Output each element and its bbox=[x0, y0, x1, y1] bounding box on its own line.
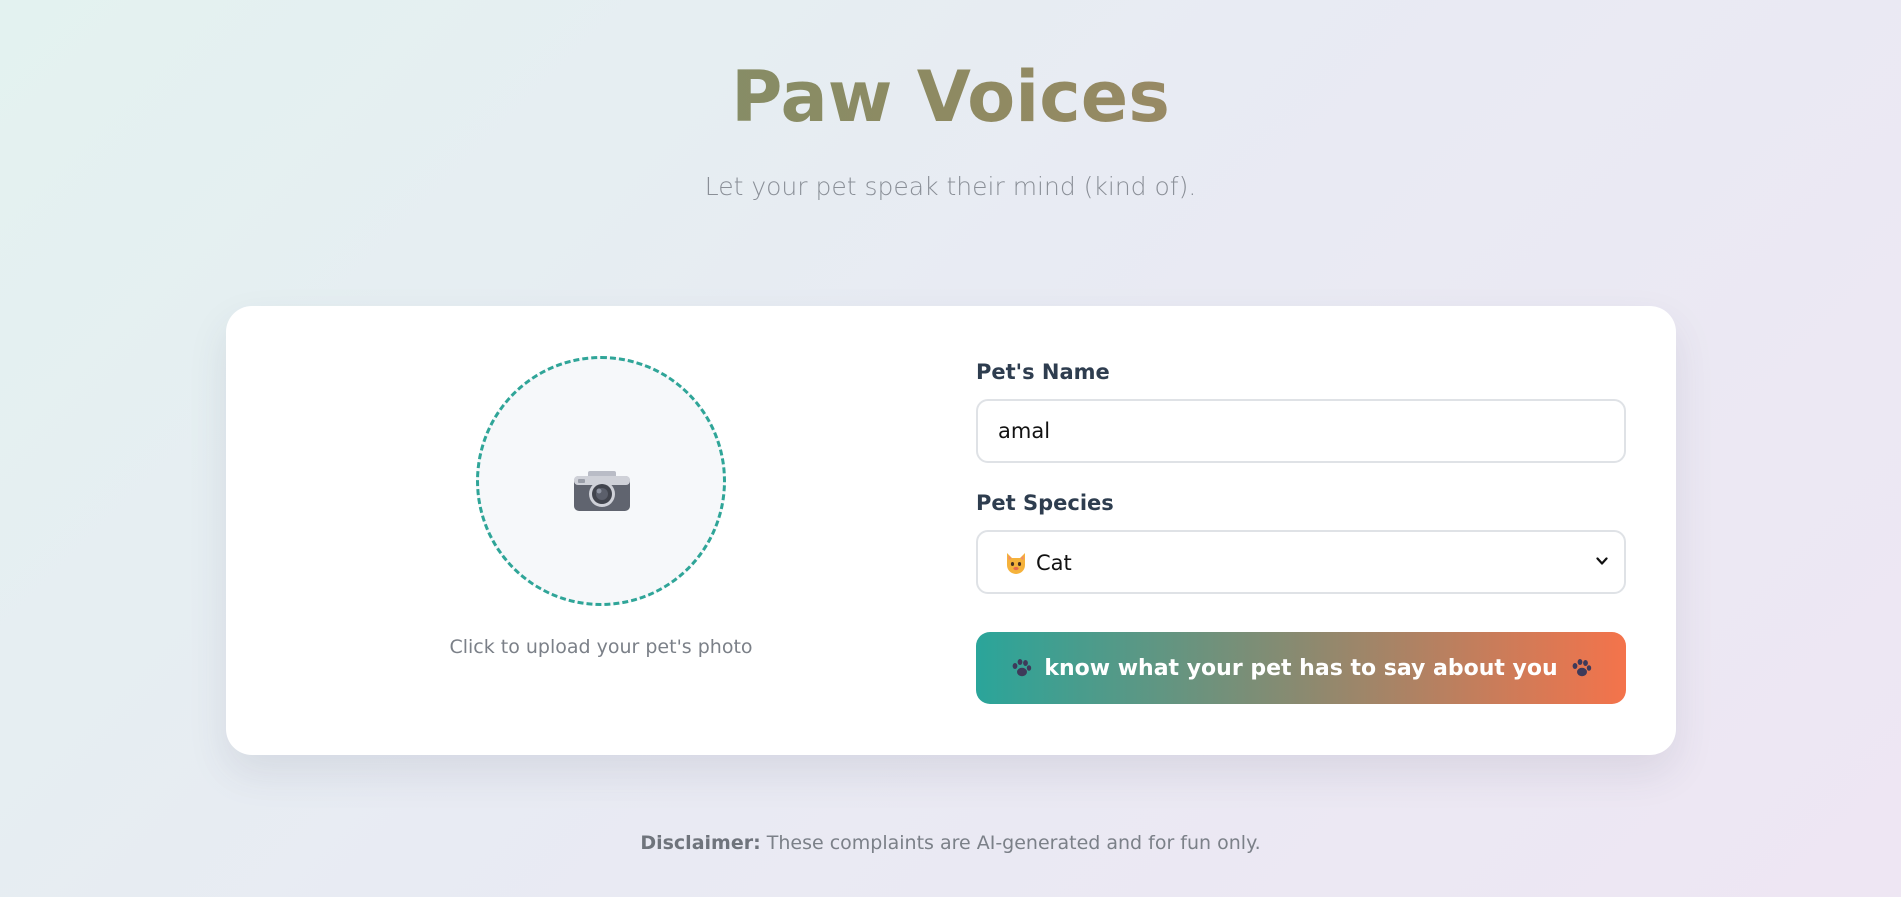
page-subtitle: Let your pet speak their mind (kind of). bbox=[704, 172, 1197, 201]
disclaimer-label: Disclaimer: bbox=[640, 832, 761, 854]
cat-face-icon bbox=[1007, 553, 1025, 574]
pet-name-label: Pet's Name bbox=[976, 360, 1110, 384]
pet-species-label: Pet Species bbox=[976, 491, 1114, 515]
chevron-down-icon bbox=[1596, 557, 1608, 565]
upload-hint: Click to upload your pet's photo bbox=[449, 636, 753, 658]
paw-icon bbox=[1572, 659, 1591, 677]
pet-species-value: Cat bbox=[1036, 551, 1072, 575]
submit-button[interactable]: know what your pet has to say about you bbox=[976, 632, 1626, 704]
disclaimer: Disclaimer: These complaints are AI-gene… bbox=[0, 830, 1901, 856]
pet-name-input[interactable] bbox=[976, 399, 1626, 463]
page-title: Paw Voices bbox=[0, 52, 1901, 142]
pet-form-card: Click to upload your pet's photo Pet's N… bbox=[226, 306, 1676, 755]
pet-species-select[interactable]: Cat bbox=[976, 530, 1626, 594]
disclaimer-text: These complaints are AI-generated and fo… bbox=[760, 832, 1261, 854]
submit-button-label: know what your pet has to say about you bbox=[1044, 655, 1558, 681]
camera-icon bbox=[574, 471, 630, 511]
paw-icon bbox=[1012, 659, 1032, 677]
photo-upload-area[interactable] bbox=[476, 356, 726, 606]
